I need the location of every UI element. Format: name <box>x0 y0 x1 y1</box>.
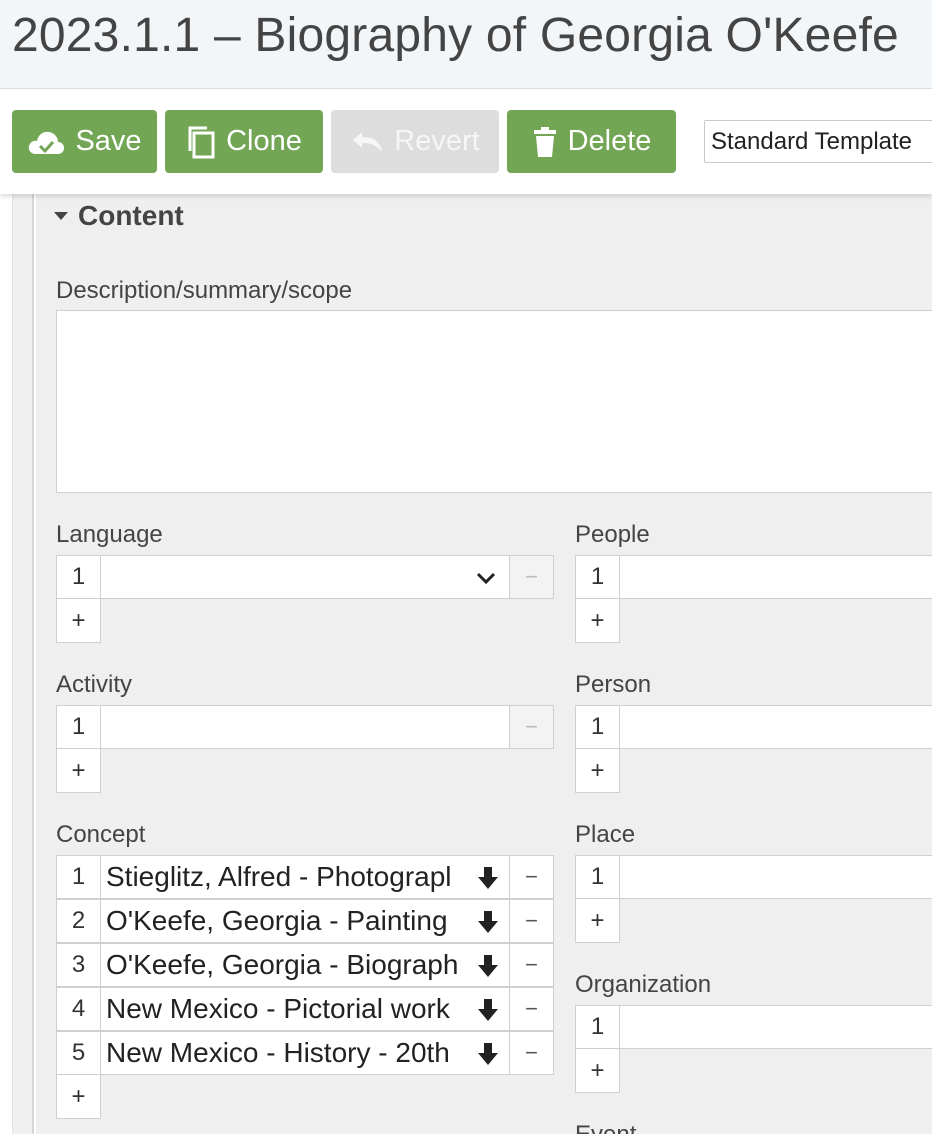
concept-input[interactable]: O'Keefe, Georgia - Biograph <box>101 943 510 987</box>
remove-button[interactable]: − <box>510 1031 554 1075</box>
delete-label: Delete <box>567 125 652 157</box>
remove-button[interactable]: − <box>510 855 554 899</box>
arrow-down-icon[interactable] <box>477 954 499 978</box>
concept-row: 3 O'Keefe, Georgia - Biograph − <box>56 943 554 987</box>
delete-button[interactable]: Delete <box>507 110 676 173</box>
concept-value: Stieglitz, Alfred - Photograpl <box>106 861 452 892</box>
concept-input[interactable]: O'Keefe, Georgia - Painting <box>101 899 510 943</box>
add-activity-button[interactable]: + <box>56 749 101 793</box>
concept-value: O'Keefe, Georgia - Biograph <box>106 949 459 980</box>
people-row: 1 <box>575 555 932 599</box>
activity-input[interactable] <box>101 705 510 749</box>
row-number: 4 <box>56 987 101 1031</box>
revert-label: Revert <box>394 125 480 157</box>
arrow-down-icon[interactable] <box>477 866 499 890</box>
row-number: 3 <box>56 943 101 987</box>
organization-row: 1 <box>575 1005 932 1049</box>
person-input[interactable] <box>620 705 932 749</box>
activity-row: 1 − <box>56 705 554 749</box>
organization-label: Organization <box>575 971 712 998</box>
language-label: Language <box>56 521 163 548</box>
cloud-upload-icon <box>29 131 65 154</box>
organization-input[interactable] <box>620 1005 932 1049</box>
caret-down-icon <box>54 212 68 220</box>
concept-value: O'Keefe, Georgia - Painting <box>106 905 448 936</box>
undo-icon <box>353 131 383 152</box>
description-label: Description/summary/scope <box>56 277 353 304</box>
remove-button[interactable]: − <box>510 943 554 987</box>
copy-icon <box>188 126 215 158</box>
add-place-button[interactable]: + <box>575 899 620 943</box>
row-number: 1 <box>575 705 620 749</box>
arrow-down-icon[interactable] <box>477 998 499 1022</box>
add-concept-button[interactable]: + <box>56 1075 101 1119</box>
concept-input[interactable]: New Mexico - Pictorial work <box>101 987 510 1031</box>
row-number: 2 <box>56 899 101 943</box>
save-label: Save <box>75 125 142 157</box>
concept-input[interactable]: Stieglitz, Alfred - Photograpl <box>101 855 510 899</box>
revert-button[interactable]: Revert <box>331 110 499 173</box>
row-number: 1 <box>56 855 101 899</box>
add-person-button[interactable]: + <box>575 749 620 793</box>
activity-label: Activity <box>56 671 133 698</box>
add-language-button[interactable]: + <box>56 599 101 643</box>
concept-input[interactable]: New Mexico - History - 20th <box>101 1031 510 1075</box>
title-bar: 2023.1.1 – Biography of Georgia O'Keefe <box>0 0 932 89</box>
add-organization-button[interactable]: + <box>575 1049 620 1093</box>
row-number: 5 <box>56 1031 101 1075</box>
row-number: 1 <box>56 705 101 749</box>
row-number: 1 <box>56 555 101 599</box>
row-number: 1 <box>575 855 620 899</box>
concept-row: 2 O'Keefe, Georgia - Painting − <box>56 899 554 943</box>
template-select[interactable]: Standard Template <box>704 120 932 163</box>
row-number: 1 <box>575 555 620 599</box>
place-input[interactable] <box>620 855 932 899</box>
clone-button[interactable]: Clone <box>165 110 323 173</box>
row-number: 1 <box>575 1005 620 1049</box>
people-label: People <box>575 521 650 548</box>
person-label: Person <box>575 671 652 698</box>
section-title: Content <box>78 200 184 231</box>
concept-row: 4 New Mexico - Pictorial work − <box>56 987 554 1031</box>
concept-row: 1 Stieglitz, Alfred - Photograpl − <box>56 855 554 899</box>
save-button[interactable]: Save <box>12 110 157 173</box>
chevron-down-icon <box>476 572 496 585</box>
arrow-down-icon[interactable] <box>477 1042 499 1066</box>
event-label: Event <box>575 1121 636 1134</box>
place-label: Place <box>575 821 636 848</box>
content-section-toggle[interactable]: Content <box>54 200 184 232</box>
place-row: 1 <box>575 855 932 899</box>
remove-button[interactable]: − <box>510 705 554 749</box>
person-row: 1 <box>575 705 932 749</box>
concept-row: 5 New Mexico - History - 20th − <box>56 1031 554 1075</box>
remove-button[interactable]: − <box>510 987 554 1031</box>
remove-button[interactable]: − <box>510 899 554 943</box>
language-row: 1 − <box>56 555 554 599</box>
toolbar: Save Clone Revert Delete Standard Templa… <box>0 90 932 194</box>
arrow-down-icon[interactable] <box>477 910 499 934</box>
concept-value: New Mexico - Pictorial work <box>106 993 450 1024</box>
concept-label: Concept <box>56 821 146 848</box>
language-select[interactable] <box>101 555 510 599</box>
remove-button[interactable]: − <box>510 555 554 599</box>
description-textarea[interactable] <box>56 310 932 493</box>
people-input[interactable] <box>620 555 932 599</box>
clone-label: Clone <box>226 125 302 157</box>
trash-icon <box>533 126 556 157</box>
concept-value: New Mexico - History - 20th <box>106 1037 450 1068</box>
left-rail <box>12 194 34 1134</box>
page-title: 2023.1.1 – Biography of Georgia O'Keefe <box>12 9 899 62</box>
add-people-button[interactable]: + <box>575 599 620 643</box>
